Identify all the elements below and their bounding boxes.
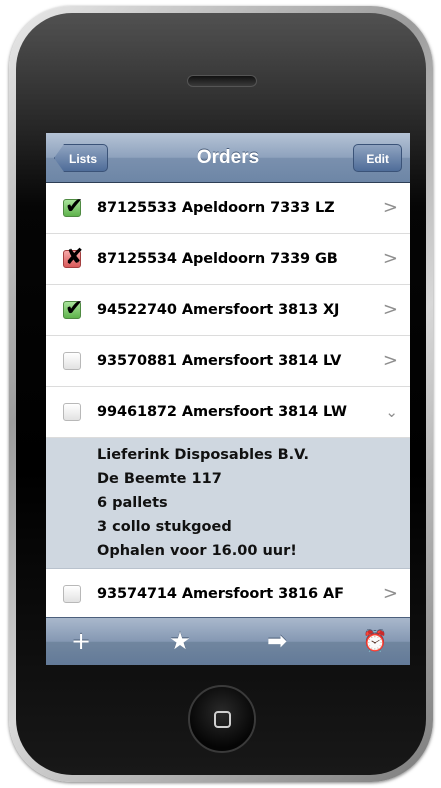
order-label: 94522740 Amersfoort 3813 XJ [97, 302, 340, 318]
order-row[interactable]: ✔ 94522740 Amersfoort 3813 XJ > [46, 285, 410, 336]
orders-list: ✔ 87125533 Apeldoorn 7333 LZ > ✘ 8712553… [46, 183, 410, 620]
order-row[interactable]: 93570881 Amersfoort 3814 LV > [46, 336, 410, 387]
navigation-bar: Orders Lists Edit [46, 133, 410, 183]
chevron-right-icon[interactable]: > [383, 569, 398, 619]
order-label: 87125533 Apeldoorn 7333 LZ [97, 200, 335, 216]
order-label: 93570881 Amersfoort 3814 LV [97, 353, 342, 369]
checkbox-checked-icon[interactable]: ✔ [63, 296, 83, 321]
checkbox-empty-icon[interactable] [63, 585, 81, 603]
detail-pallets: 6 pallets [97, 495, 168, 511]
home-square-icon [214, 711, 231, 728]
checkbox-rejected-icon[interactable]: ✘ [63, 245, 83, 270]
star-icon[interactable]: ★ [155, 618, 205, 665]
bottom-toolbar: + ★ ➡ ⏰ [46, 617, 410, 665]
checkbox-empty-icon[interactable] [63, 352, 81, 370]
order-row-expanded[interactable]: 99461872 Amersfoort 3814 LW ⌄ [46, 387, 410, 438]
edit-button[interactable]: Edit [353, 144, 402, 172]
chevron-down-icon[interactable]: ⌄ [385, 387, 398, 437]
chevron-right-icon[interactable]: > [383, 183, 398, 233]
chevron-right-icon[interactable]: > [383, 285, 398, 335]
order-label: 93574714 Amersfoort 3816 AF [97, 586, 344, 602]
chevron-right-icon[interactable]: > [383, 234, 398, 284]
speaker-grille [187, 75, 257, 87]
checkbox-checked-icon[interactable]: ✔ [63, 194, 83, 219]
screen: Orders Lists Edit ✔ 87125533 Apeldoorn 7… [46, 133, 410, 665]
order-row[interactable]: ✔ 87125533 Apeldoorn 7333 LZ > [46, 183, 410, 234]
detail-pickup-note: Ophalen voor 16.00 uur! [97, 543, 297, 559]
detail-collo: 3 collo stukgoed [97, 519, 232, 535]
arrow-right-icon[interactable]: ➡ [252, 618, 302, 665]
detail-address: De Beemte 117 [97, 471, 222, 487]
add-icon[interactable]: + [56, 618, 106, 665]
order-label: 99461872 Amersfoort 3814 LW [97, 404, 347, 420]
lists-back-button[interactable]: Lists [54, 144, 109, 172]
checkbox-empty-icon[interactable] [63, 403, 81, 421]
detail-company: Lieferink Disposables B.V. [97, 447, 309, 463]
order-row[interactable]: 93574714 Amersfoort 3816 AF > [46, 569, 410, 620]
order-detail-panel: Lieferink Disposables B.V. De Beemte 117… [46, 438, 410, 569]
alarm-clock-icon[interactable]: ⏰ [350, 618, 400, 665]
chevron-right-icon[interactable]: > [383, 336, 398, 386]
home-button[interactable] [188, 685, 256, 753]
order-row[interactable]: ✘ 87125534 Apeldoorn 7339 GB > [46, 234, 410, 285]
order-label: 87125534 Apeldoorn 7339 GB [97, 251, 338, 267]
